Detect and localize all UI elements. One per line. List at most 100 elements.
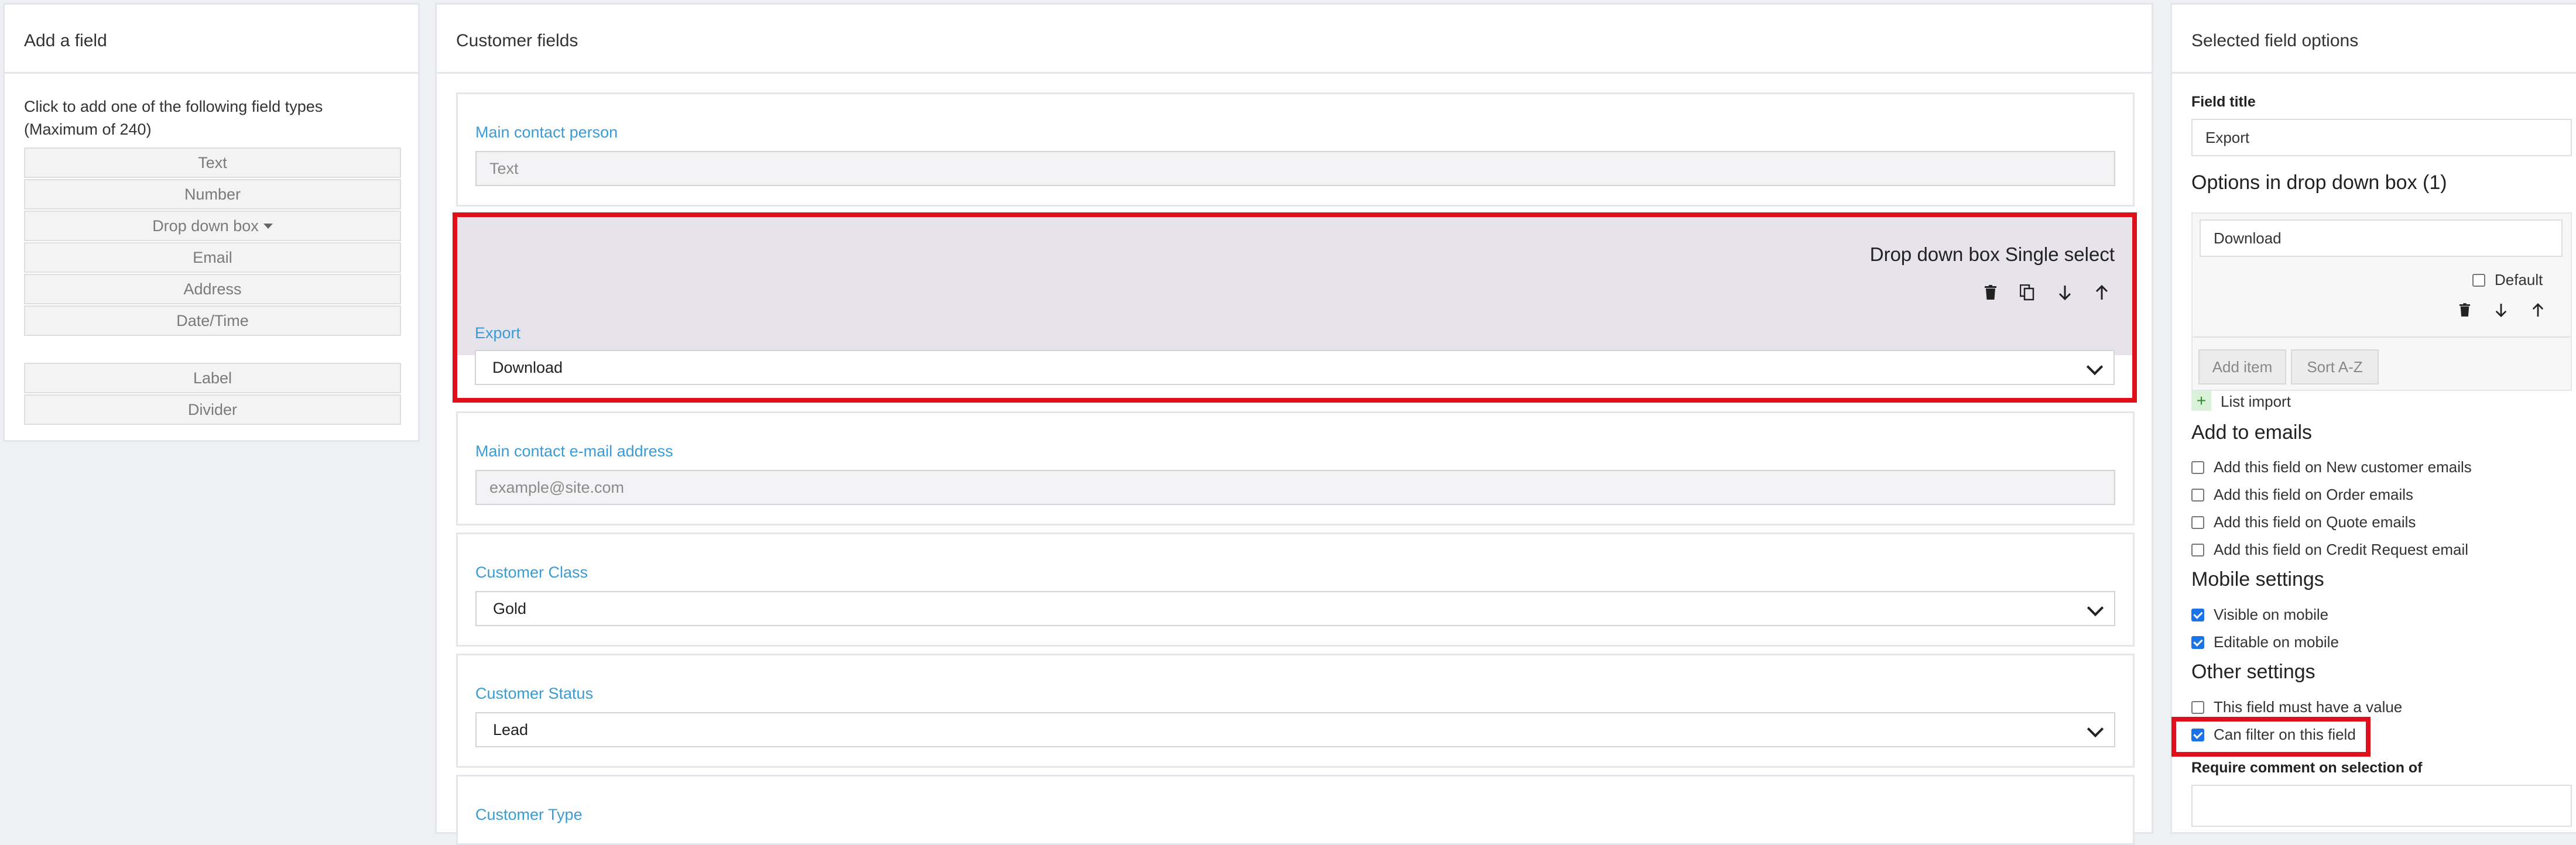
field-type-label: Address	[183, 280, 242, 298]
checkbox-label: This field must have a value	[2214, 698, 2403, 716]
copy-icon[interactable]	[2017, 283, 2037, 303]
field-type-heading: Drop down box Single select	[1869, 243, 2115, 265]
chevron-down-icon	[2087, 720, 2104, 738]
field-card-customer-status[interactable]: Customer Status Lead	[456, 654, 2135, 768]
divider	[2172, 72, 2576, 74]
input-value: Export	[2205, 128, 2250, 146]
checkbox-label: Visible on mobile	[2214, 606, 2329, 623]
field-label: Customer Type	[475, 806, 583, 823]
list-import-link[interactable]: List import	[2221, 393, 2291, 411]
chevron-down-icon	[2086, 358, 2104, 376]
select-value: Download	[492, 358, 563, 376]
main-contact-input[interactable]: Text	[475, 151, 2115, 186]
field-type-label: Drop down box	[152, 217, 259, 235]
checkbox-label: Add this field on New customer emails	[2214, 458, 2472, 476]
input-value: Download	[2214, 229, 2282, 247]
field-type-number-button[interactable]: Number	[24, 179, 401, 209]
field-type-address-button[interactable]: Address	[24, 274, 401, 304]
required-field-option[interactable]: This field must have a value	[2191, 698, 2402, 716]
arrow-up-icon[interactable]	[2092, 283, 2112, 303]
field-type-label: Number	[184, 185, 241, 203]
field-type-text-button[interactable]: Text	[24, 147, 401, 178]
email-option-order[interactable]: Add this field on Order emails	[2191, 486, 2413, 504]
chevron-down-icon	[2087, 599, 2104, 617]
trash-icon[interactable]	[2455, 300, 2475, 320]
arrow-down-icon[interactable]	[2491, 300, 2511, 320]
editable-on-mobile-option[interactable]: Editable on mobile	[2191, 633, 2339, 651]
checkbox-label: Add this field on Credit Request email	[2214, 541, 2469, 558]
select-value: Lead	[493, 720, 529, 738]
mobile-heading: Mobile settings	[2191, 568, 2324, 590]
field-label: Main contact e-mail address	[475, 442, 673, 460]
field-label: Customer Status	[475, 685, 594, 702]
button-label: Sort A-Z	[2307, 358, 2363, 376]
field-type-label: Text	[198, 153, 227, 171]
divider	[437, 72, 2152, 74]
checkbox[interactable]	[2191, 461, 2204, 474]
dropdown-options-box: Download Default Add item Sort A-Z	[2191, 212, 2572, 391]
field-label: Customer Class	[475, 564, 588, 581]
checkbox-label: Add this field on Order emails	[2214, 486, 2414, 503]
email-option-new-customer[interactable]: Add this field on New customer emails	[2191, 458, 2472, 476]
field-card-customer-class[interactable]: Customer Class Gold	[456, 533, 2135, 647]
customer-class-select[interactable]: Gold	[475, 591, 2115, 626]
arrow-up-icon[interactable]	[2528, 300, 2548, 320]
email-input[interactable]: example@site.com	[475, 470, 2115, 505]
selected-field-card[interactable]: Drop down box Single select Export Downl…	[453, 212, 2137, 403]
selected-field-header: Drop down box Single select	[457, 217, 2132, 355]
checkbox[interactable]	[2191, 543, 2204, 557]
field-type-label: Date/Time	[176, 311, 249, 329]
field-card-email[interactable]: Main contact e-mail address example@site…	[456, 411, 2135, 525]
checkbox-label: Editable on mobile	[2214, 633, 2339, 651]
divider	[2193, 336, 2571, 338]
field-card-main-contact[interactable]: Main contact person Text	[456, 92, 2135, 207]
field-type-label: Divider	[187, 400, 238, 418]
customer-status-select[interactable]: Lead	[475, 712, 2115, 747]
field-type-divider-button[interactable]: Divider	[24, 394, 401, 425]
divider	[5, 72, 418, 74]
field-title-label: Field title	[2191, 94, 2256, 110]
checkbox[interactable]	[2191, 516, 2204, 529]
require-comment-input[interactable]	[2191, 785, 2572, 827]
checkbox-label: Default	[2495, 271, 2543, 288]
arrow-down-icon[interactable]	[2055, 283, 2075, 303]
customer-fields-panel: Customer fields Main contact person Text…	[435, 3, 2153, 845]
field-type-datetime-button[interactable]: Date/Time	[24, 305, 401, 336]
email-option-credit-request[interactable]: Add this field on Credit Request email	[2191, 541, 2468, 559]
sort-az-button[interactable]: Sort A-Z	[2291, 349, 2379, 384]
input-placeholder: Text	[489, 159, 519, 177]
options-panel-title: Selected field options	[2191, 31, 2359, 50]
field-type-dropdown-button[interactable]: Drop down box	[24, 211, 401, 241]
checkbox[interactable]	[2472, 273, 2485, 287]
selected-field-options-panel: Selected field options Field title Expor…	[2170, 3, 2576, 834]
checkbox[interactable]	[2191, 488, 2204, 501]
plus-icon[interactable]: +	[2191, 391, 2211, 411]
options-heading: Options in drop down box (1)	[2191, 171, 2447, 194]
field-type-email-button[interactable]: Email	[24, 242, 401, 273]
caret-down-icon	[263, 223, 273, 229]
export-select[interactable]: Download	[475, 350, 2115, 385]
checkbox[interactable]	[2191, 608, 2204, 621]
visible-on-mobile-option[interactable]: Visible on mobile	[2191, 606, 2328, 624]
checkbox[interactable]	[2191, 700, 2204, 714]
checkbox[interactable]	[2191, 636, 2204, 649]
add-item-button[interactable]: Add item	[2198, 349, 2286, 384]
option-input[interactable]: Download	[2200, 219, 2563, 257]
add-field-hint: Click to add one of the following field …	[24, 98, 323, 138]
field-label: Main contact person	[475, 123, 618, 141]
select-value: Gold	[493, 599, 527, 617]
input-placeholder: example@site.com	[489, 478, 624, 496]
field-title-input[interactable]: Export	[2191, 119, 2572, 156]
emails-heading: Add to emails	[2191, 421, 2312, 444]
button-label: Add item	[2212, 358, 2273, 376]
field-type-label-button[interactable]: Label	[24, 363, 401, 393]
email-option-quote[interactable]: Add this field on Quote emails	[2191, 513, 2416, 531]
trash-icon[interactable]	[1981, 283, 2000, 303]
field-label: Export	[475, 324, 521, 342]
add-field-title: Add a field	[24, 31, 107, 50]
field-card-customer-type[interactable]: Customer Type	[456, 775, 2135, 845]
other-settings-heading: Other settings	[2191, 661, 2315, 683]
default-option-checkbox[interactable]: Default	[2472, 271, 2543, 289]
filter-highlight-box	[2171, 717, 2371, 757]
require-comment-label: Require comment on selection of	[2191, 760, 2423, 776]
